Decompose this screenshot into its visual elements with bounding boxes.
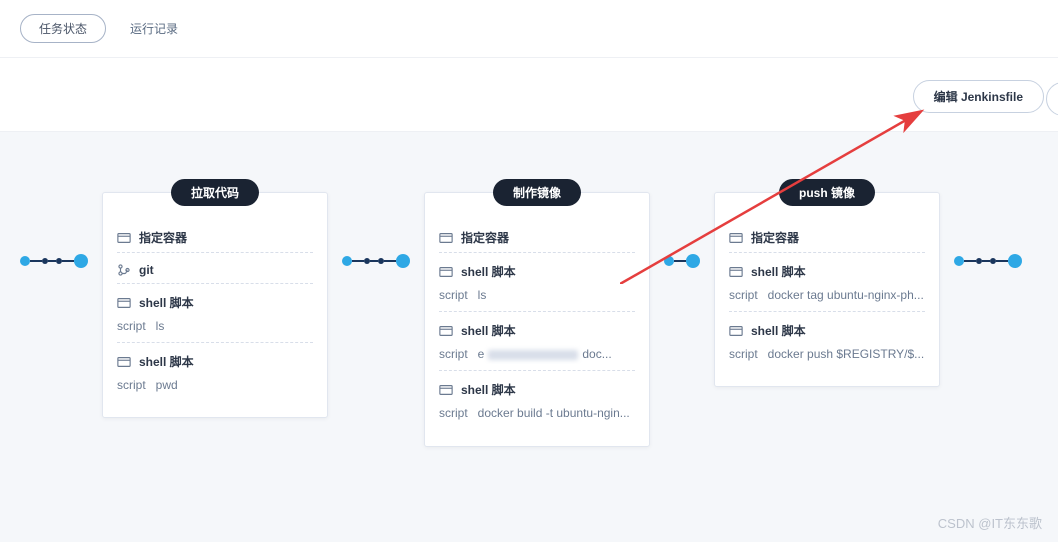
pipeline-canvas: 拉取代码 指定容器 git shell 脚本 scriptls bbox=[0, 132, 1058, 467]
watermark: CSDN @IT东东歌 bbox=[938, 513, 1042, 532]
shell-icon bbox=[439, 383, 453, 397]
stage-card[interactable]: 拉取代码 指定容器 git shell 脚本 scriptls bbox=[102, 192, 328, 418]
connector bbox=[20, 254, 88, 268]
stage-title: 拉取代码 bbox=[171, 179, 259, 206]
step-script: scriptdocker push $REGISTRY/$... bbox=[729, 345, 925, 364]
step-label: shell 脚本 bbox=[751, 322, 806, 339]
connector bbox=[342, 254, 410, 268]
connector bbox=[954, 254, 1022, 268]
container-icon bbox=[729, 231, 743, 245]
step-label: shell 脚本 bbox=[139, 294, 194, 311]
container-label: 指定容器 bbox=[139, 229, 187, 246]
step-label: shell 脚本 bbox=[461, 263, 516, 280]
step-label: shell 脚本 bbox=[139, 353, 194, 370]
shell-icon bbox=[439, 265, 453, 279]
connector bbox=[664, 254, 700, 268]
git-icon bbox=[117, 263, 131, 277]
step-label: shell 脚本 bbox=[461, 381, 516, 398]
step-script: scriptls bbox=[439, 286, 635, 305]
shell-icon bbox=[729, 265, 743, 279]
stage-card[interactable]: 制作镜像 指定容器 shell 脚本 scriptls shell 脚本 bbox=[424, 192, 650, 447]
container-icon bbox=[117, 231, 131, 245]
step-label: git bbox=[139, 263, 154, 277]
step-script: scriptls bbox=[117, 317, 313, 336]
top-tabs: 任务状态 运行记录 bbox=[0, 0, 1058, 58]
container-label: 指定容器 bbox=[461, 229, 509, 246]
shell-icon bbox=[117, 355, 131, 369]
edit-jenkinsfile-button[interactable]: 编辑 Jenkinsfile bbox=[913, 80, 1044, 113]
step-script: scriptedoc... bbox=[439, 345, 635, 364]
step-label: shell 脚本 bbox=[461, 322, 516, 339]
toolbar-button-partial[interactable] bbox=[1046, 82, 1058, 116]
shell-icon bbox=[729, 324, 743, 338]
shell-icon bbox=[439, 324, 453, 338]
tab-task-status[interactable]: 任务状态 bbox=[20, 14, 106, 43]
stage-title: 制作镜像 bbox=[493, 179, 581, 206]
step-script: scriptdocker tag ubuntu-nginx-ph... bbox=[729, 286, 925, 305]
container-label: 指定容器 bbox=[751, 229, 799, 246]
shell-icon bbox=[117, 296, 131, 310]
container-icon bbox=[439, 231, 453, 245]
step-script: scriptdocker build -t ubuntu-ngin... bbox=[439, 404, 635, 423]
stage-title: push 镜像 bbox=[779, 179, 875, 206]
tab-run-log[interactable]: 运行记录 bbox=[130, 20, 178, 37]
toolbar: 编辑 Jenkinsfile bbox=[0, 58, 1058, 132]
step-label: shell 脚本 bbox=[751, 263, 806, 280]
step-script: scriptpwd bbox=[117, 376, 313, 395]
stage-card[interactable]: push 镜像 指定容器 shell 脚本 scriptdocker tag u… bbox=[714, 192, 940, 387]
